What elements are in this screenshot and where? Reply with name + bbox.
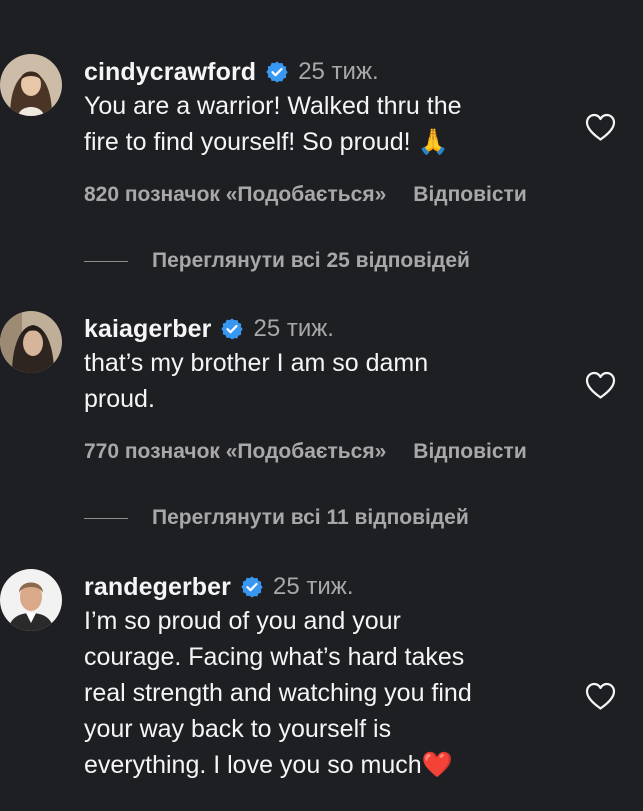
comment-text-line: real strength and watching you find [84,679,472,707]
reply-button[interactable]: Відповісти [413,440,526,464]
comment-header: kaiagerber 25 тиж. [84,309,334,349]
heart-outline-icon[interactable] [584,370,617,400]
comment-text: I’m so proud of you and your courage. Fa… [84,603,554,783]
comment-text-line: that’s my brother I am so damn [84,349,429,377]
view-replies-button[interactable]: Переглянути всі 11 відповідей [84,506,469,530]
comment-text-line: I’m so proud of you and your [84,607,401,635]
reply-button[interactable]: Відповісти [413,183,526,207]
replies-divider [84,517,128,519]
comment-text-line: fire to find yourself! So proud! 🙏 [84,128,449,156]
avatar[interactable] [0,311,62,373]
username[interactable]: cindycrawford [84,58,256,87]
comment-text: that’s my brother I am so damn proud. [84,345,554,417]
view-replies-label: Переглянути всі 25 відповідей [152,249,470,272]
avatar[interactable] [0,54,62,116]
likes-count[interactable]: 820 позначок «Подобається» [84,183,386,207]
timestamp: 25 тиж. [273,573,354,600]
verified-badge-icon [221,318,244,340]
comment-text-line: your way back to yourself is [84,715,392,743]
likes-count[interactable]: 770 позначок «Подобається» [84,440,386,464]
verified-badge-icon [241,576,263,598]
heart-outline-icon[interactable] [584,112,617,142]
comment-meta: 820 позначок «Подобається» Відповісти [84,183,527,207]
view-replies-label: Переглянути всі 11 відповідей [152,506,469,529]
username[interactable]: kaiagerber [84,315,211,344]
comment-header: cindycrawford 25 тиж. [84,52,379,92]
timestamp: 25 тиж. [298,58,379,85]
comment-meta: 770 позначок «Подобається» Відповісти [84,440,527,464]
comment-text-line: You are a warrior! Walked thru the [84,92,462,120]
view-replies-button[interactable]: Переглянути всі 25 відповідей [84,249,470,273]
heart-outline-icon[interactable] [584,681,617,711]
verified-badge-icon [266,61,288,83]
comment-text-line: courage. Facing what’s hard takes [84,643,465,671]
comment-text-line: proud. [84,385,155,413]
username[interactable]: randegerber [84,573,231,602]
replies-divider [84,260,128,262]
comment-text: You are a warrior! Walked thru the fire … [84,88,554,160]
comment-header: randegerber 25 тиж. [84,567,353,607]
avatar[interactable] [0,569,62,631]
comment-text-line: everything. I love you so much❤️ [84,751,453,779]
timestamp: 25 тиж. [253,315,334,342]
